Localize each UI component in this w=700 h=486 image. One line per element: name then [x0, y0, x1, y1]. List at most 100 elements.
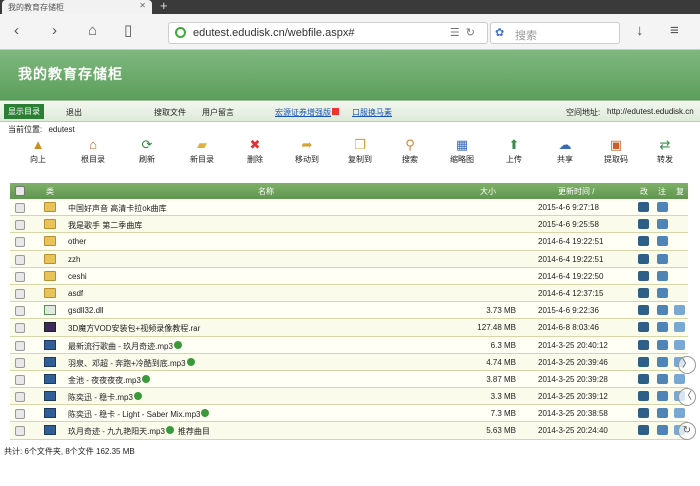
note-icon[interactable] [657, 391, 668, 402]
table-row[interactable]: 金池 - 夜夜夜夜.mp3 3.87 MB 2014-3-25 20:39:28 [10, 370, 688, 389]
row-checkbox[interactable] [15, 271, 25, 282]
note-icon[interactable] [657, 373, 668, 384]
note-icon[interactable] [657, 219, 668, 230]
search-box[interactable]: ✿ 搜索 [490, 22, 620, 44]
browser-tab[interactable]: 我的教育存储柜 ✕ [2, 0, 152, 14]
refresh-button[interactable]: ⟳ 刷新 [125, 137, 169, 165]
table-row[interactable]: other 2014-6-4 19:22:51 [10, 233, 688, 251]
add-icon[interactable] [173, 340, 182, 349]
file-name[interactable]: 陈奕迅 - 稳卡.mp3 [68, 392, 142, 403]
space-address-url[interactable]: http://edutest.edudisk.cn [607, 107, 694, 116]
table-row[interactable]: gsdll32.dll 3.73 MB 2015-4-6 9:22:36 [10, 302, 688, 320]
new-tab-icon[interactable]: + [160, 0, 168, 13]
note-icon[interactable] [657, 236, 668, 247]
table-row[interactable]: 玖月奇迹 - 九九艳阳天.mp3 推荐曲目 5.63 MB 2014-3-25 20:… [10, 422, 688, 440]
row-checkbox[interactable] [15, 340, 25, 351]
bookmarks-icon[interactable]: ▯ [124, 23, 132, 39]
row-checkbox[interactable] [15, 374, 25, 385]
table-row[interactable]: zzh 2014-6-4 19:22:51 [10, 250, 688, 268]
file-name[interactable]: 金池 - 夜夜夜夜.mp3 [68, 374, 150, 386]
row-checkbox[interactable] [15, 288, 25, 299]
note-icon[interactable] [657, 425, 668, 436]
file-name[interactable]: zzh [68, 255, 80, 264]
table-row[interactable]: ceshi 2014-6-4 19:22:50 [10, 267, 688, 285]
table-row[interactable]: 中国好声音 高清卡拉ok曲库 2015-4-6 9:27:18 [10, 199, 688, 217]
up-button[interactable]: ▲ 向上 [16, 137, 60, 165]
forward-icon[interactable]: › [52, 23, 57, 39]
table-row[interactable]: 最新流行歌曲 - 玖月奇迹.mp3 6.3 MB 2014-3-25 20:40:1… [10, 336, 688, 354]
note-icon[interactable] [657, 339, 668, 350]
rename-icon[interactable] [638, 322, 649, 333]
file-name[interactable]: 玖月奇迹 - 九九艳阳天.mp3 推荐曲目 [68, 426, 210, 437]
row-checkbox[interactable] [15, 426, 25, 437]
header-size[interactable]: 大小 [480, 186, 496, 197]
note-icon[interactable] [657, 202, 668, 212]
rename-icon[interactable] [638, 236, 649, 247]
add-icon[interactable] [186, 357, 195, 366]
note-icon[interactable] [657, 287, 668, 298]
search-button[interactable]: ⚲ 搜索 [388, 137, 432, 165]
row-checkbox[interactable] [15, 409, 25, 420]
address-bar[interactable]: edutest.edudisk.cn/webfile.aspx# ☰↻ [168, 22, 488, 44]
add-icon[interactable] [165, 426, 174, 435]
table-row[interactable]: 我是歌手 第二季曲库 2015-4-6 9:25:58 [10, 216, 688, 234]
copy-icon[interactable] [674, 305, 685, 316]
download-icon[interactable]: ↓ [636, 23, 644, 39]
header-time[interactable]: 更新时间 / [558, 186, 594, 197]
row-checkbox[interactable] [15, 392, 25, 403]
rename-icon[interactable] [638, 425, 649, 436]
row-checkbox[interactable] [15, 254, 25, 265]
note-icon[interactable] [657, 322, 668, 333]
note-icon[interactable] [657, 253, 668, 264]
rename-icon[interactable] [638, 202, 649, 212]
file-name[interactable]: gsdll32.dll [68, 306, 104, 315]
menu-icon[interactable]: ≡ [670, 23, 679, 39]
home-icon[interactable]: ⌂ [88, 23, 97, 39]
file-name[interactable]: 羽泉、邓超 - 奔跑+冷酷到底.mp3 [68, 357, 195, 369]
row-checkbox[interactable] [15, 203, 25, 213]
close-tab-icon[interactable]: ✕ [139, 1, 146, 10]
select-all-checkbox[interactable] [15, 186, 25, 196]
rename-icon[interactable] [638, 253, 649, 264]
back-icon[interactable]: ‹ [14, 23, 19, 39]
note-icon[interactable] [657, 305, 668, 316]
exit-button[interactable]: 退出 [66, 107, 82, 118]
rename-icon[interactable] [638, 305, 649, 316]
move-to-button[interactable]: ➦ 移动到 [285, 137, 329, 165]
table-row[interactable]: asdf 2014-6-4 12:37:15 [10, 284, 688, 303]
forward-button[interactable]: ⇄ 转发 [643, 137, 687, 165]
promo-link-2[interactable]: 口服换马素 [352, 107, 392, 118]
note-icon[interactable] [657, 356, 668, 367]
file-name[interactable]: other [68, 237, 86, 246]
copy-icon[interactable] [674, 322, 685, 333]
row-checkbox[interactable] [15, 357, 25, 368]
add-icon[interactable] [201, 409, 210, 418]
copy-icon[interactable] [674, 373, 685, 384]
scroll-up-icon[interactable]: ↻ [678, 422, 696, 440]
upload-button[interactable]: ⬆ 上传 [492, 137, 536, 165]
add-icon[interactable] [133, 392, 142, 401]
row-checkbox[interactable] [15, 220, 25, 231]
promo-link-1[interactable]: 宏源证券增强版 [275, 107, 339, 118]
note-icon[interactable] [657, 408, 668, 419]
table-row[interactable]: 陈奕迅 - 稳卡.mp3 3.3 MB 2014-3-25 20:39:12 [10, 388, 688, 406]
scroll-left-icon[interactable]: 〈 [678, 388, 696, 406]
file-name[interactable]: asdf [68, 289, 83, 298]
extract-code-button[interactable]: ▣ 提取码 [594, 137, 638, 165]
share-button[interactable]: ☁ 共享 [543, 137, 587, 165]
copy-to-button[interactable]: ❐ 复制到 [338, 137, 382, 165]
header-name[interactable]: 名称 [258, 186, 274, 197]
table-row[interactable]: 3D魔方VOD安装包+视频录像教程.rar 127.48 MB 2014-6-8 8… [10, 319, 688, 337]
user-message-link[interactable]: 用户留言 [202, 107, 234, 118]
file-name[interactable]: ceshi [68, 272, 87, 281]
file-name[interactable]: 最新流行歌曲 - 玖月奇迹.mp3 [68, 340, 182, 352]
copy-icon[interactable] [674, 408, 685, 419]
rename-icon[interactable] [638, 391, 649, 402]
file-name[interactable]: 我是歌手 第二季曲库 [68, 220, 142, 231]
note-icon[interactable] [657, 270, 668, 281]
rename-icon[interactable] [638, 219, 649, 230]
rename-icon[interactable] [638, 287, 649, 298]
delete-button[interactable]: ✖ 删除 [233, 137, 277, 165]
table-row[interactable]: 陈奕迅 - 稳卡 - Light - Saber Mix.mp3 7.3 MB 20… [10, 405, 688, 423]
file-name[interactable]: 中国好声音 高清卡拉ok曲库 [68, 203, 167, 214]
